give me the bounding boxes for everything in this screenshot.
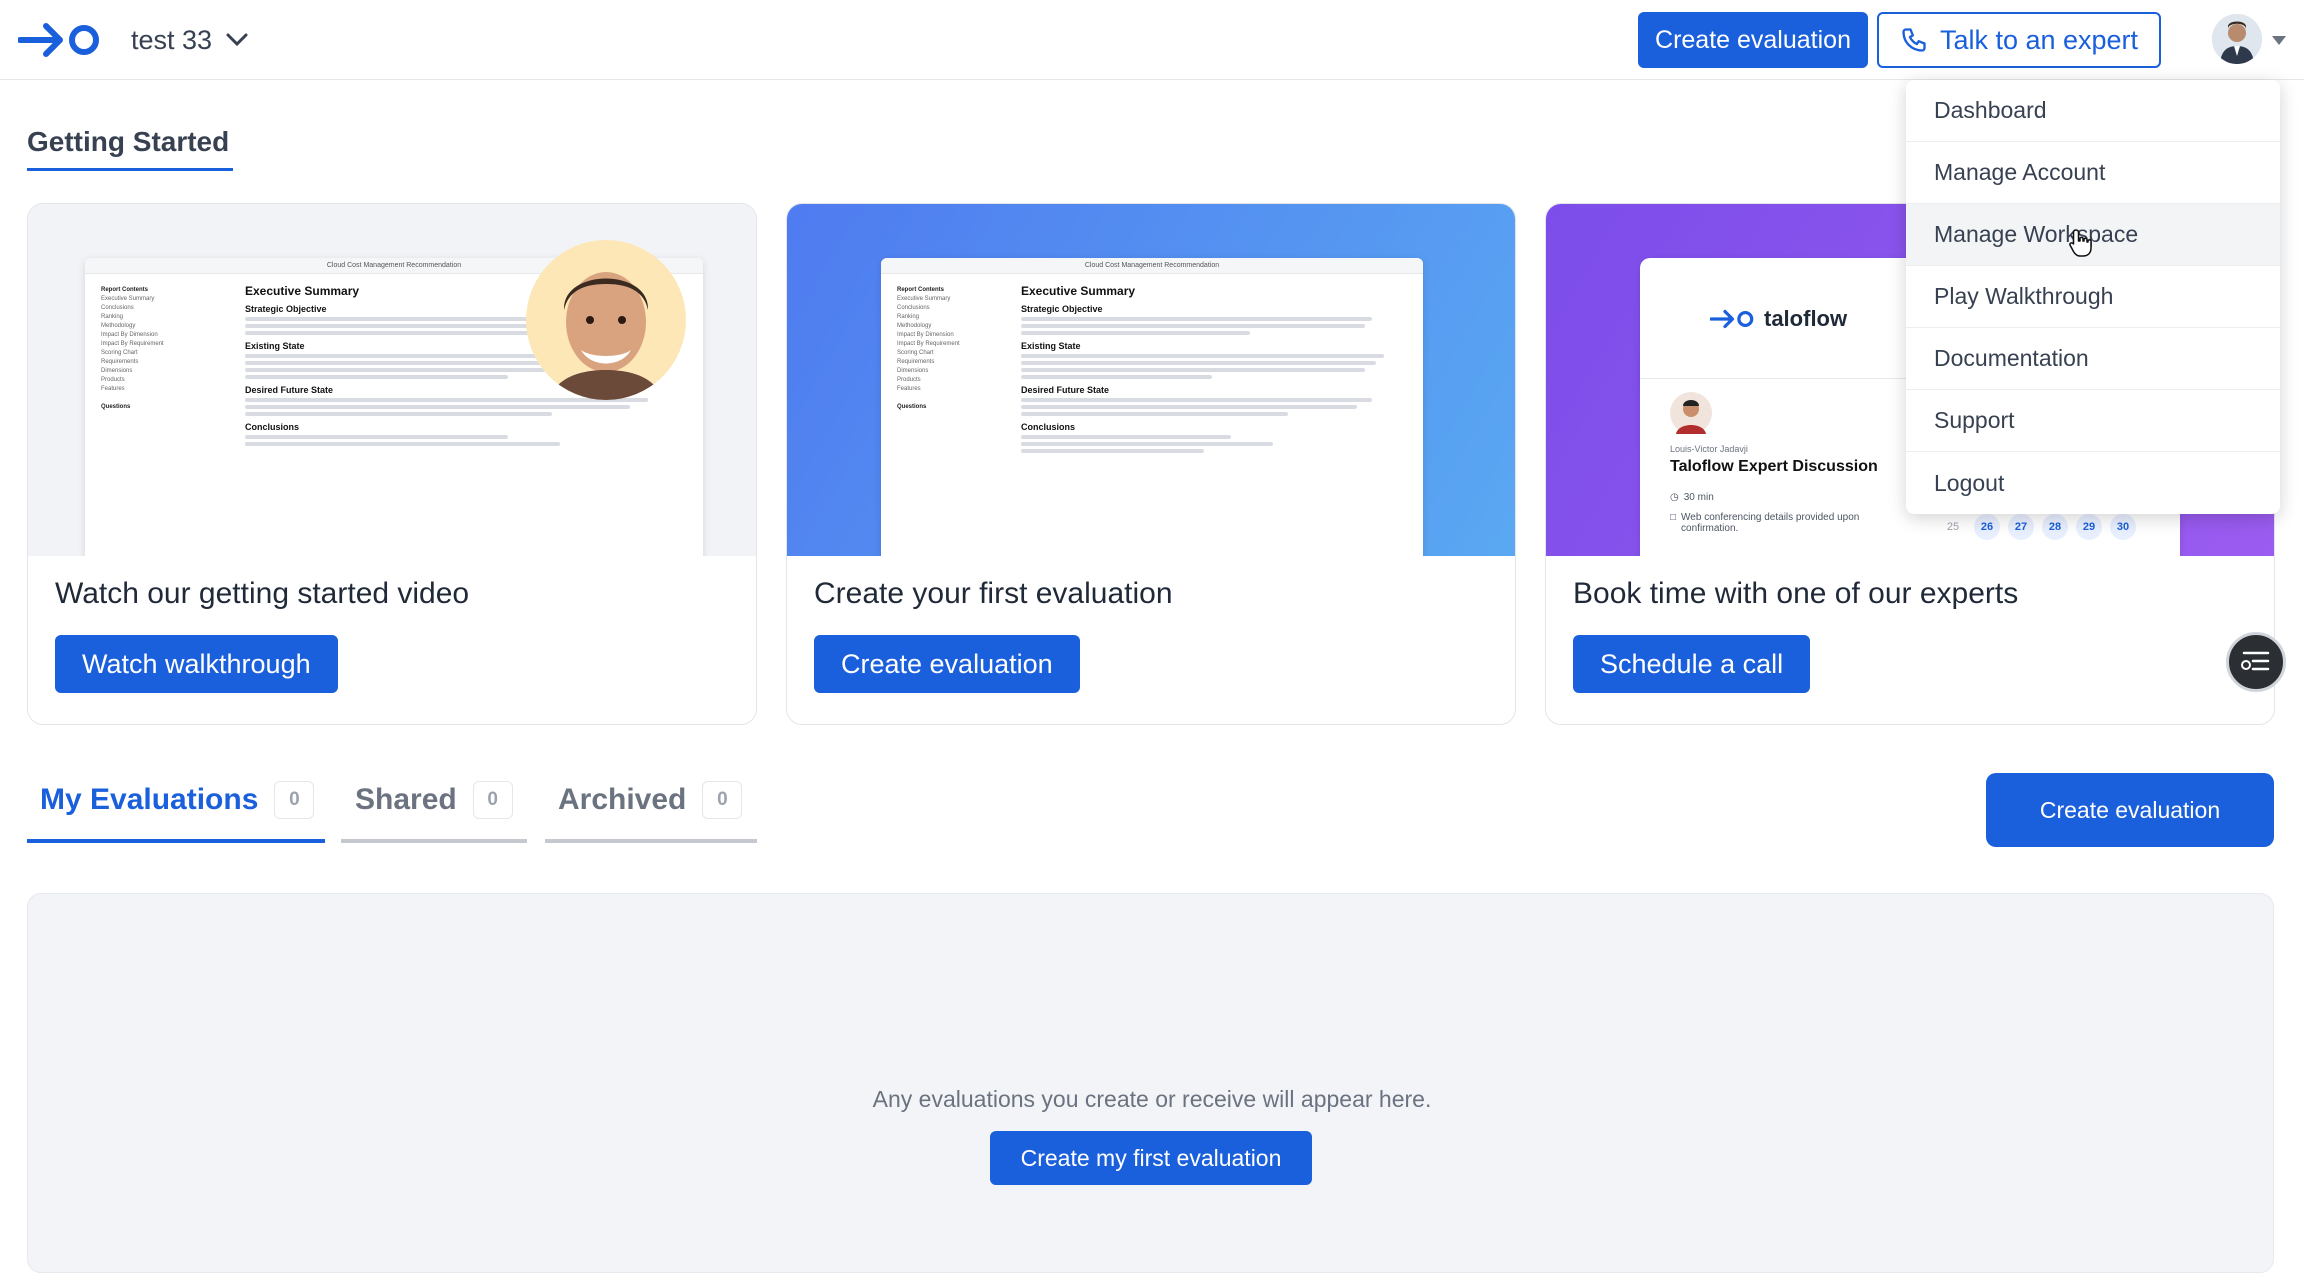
chevron-down-icon <box>226 33 248 47</box>
caret-down-icon <box>2272 36 2286 45</box>
phone-icon <box>1902 28 1926 52</box>
tab-archived[interactable]: Archived 0 <box>558 780 743 820</box>
checklist-icon <box>2241 651 2270 671</box>
tab-divider <box>341 839 527 843</box>
tab-count-badge: 0 <box>472 781 513 819</box>
evaluation-preview: Cloud Cost Management Recommendation Rep… <box>787 204 1515 556</box>
tab-divider <box>545 839 757 843</box>
card-title: Create your first evaluation <box>814 577 1173 610</box>
menu-item-play-walkthrough[interactable]: Play Walkthrough <box>1906 266 2280 328</box>
menu-item-support[interactable]: Support <box>1906 390 2280 452</box>
tab-count-badge: 0 <box>274 781 315 819</box>
presenter-photo <box>526 240 686 400</box>
menu-item-manage-account[interactable]: Manage Account <box>1906 142 2280 204</box>
top-bar: test 33 Create evaluation Talk to an exp… <box>0 0 2304 80</box>
tab-shared[interactable]: Shared 0 <box>355 780 513 820</box>
empty-state-message: Any evaluations you create or receive wi… <box>872 1086 1432 1112</box>
checklist-widget-button[interactable] <box>2226 632 2286 692</box>
getting-started-tab-indicator <box>27 168 233 171</box>
calendar-dates: 25 26 27 28 29 30 <box>1940 514 2136 540</box>
tab-my-evaluations[interactable]: My Evaluations 0 <box>40 780 315 820</box>
talk-to-expert-label: Talk to an expert <box>1939 24 2139 55</box>
card-title: Book time with one of our experts <box>1573 577 2019 610</box>
card-getting-started-video: Cloud Cost Management Recommendation Rep… <box>27 203 757 725</box>
host-avatar <box>1670 392 1712 434</box>
booking-brand: taloflow <box>1764 306 1848 331</box>
watch-walkthrough-button[interactable]: Watch walkthrough <box>55 635 338 693</box>
active-tab-indicator <box>27 839 325 843</box>
video-icon: □ <box>1670 512 1677 523</box>
hand-cursor-icon <box>2069 229 2092 257</box>
menu-item-documentation[interactable]: Documentation <box>1906 328 2280 390</box>
event-name: Taloflow Expert Discussion <box>1670 458 1878 475</box>
card-create-evaluation-button[interactable]: Create evaluation <box>814 635 1080 693</box>
taloflow-logo-icon <box>1710 309 1754 329</box>
getting-started-heading[interactable]: Getting Started <box>27 126 229 158</box>
video-thumbnail[interactable]: Cloud Cost Management Recommendation Rep… <box>28 204 756 556</box>
avatar <box>2212 14 2262 64</box>
menu-item-logout[interactable]: Logout <box>1906 452 2280 514</box>
host-name: Louis-Victor Jadavji <box>1670 444 1748 454</box>
workspace-name: test 33 <box>131 24 213 55</box>
menu-item-dashboard[interactable]: Dashboard <box>1906 80 2280 142</box>
workspace-selector[interactable]: test 33 <box>131 20 248 60</box>
create-first-evaluation-button[interactable]: Create my first evaluation <box>990 1131 1312 1185</box>
card-title: Watch our getting started video <box>55 577 470 610</box>
account-menu-toggle[interactable] <box>2194 10 2294 70</box>
card-create-first-evaluation: Cloud Cost Management Recommendation Rep… <box>786 203 1516 725</box>
talk-to-expert-button[interactable]: Talk to an expert <box>1877 12 2161 68</box>
clock-icon: ◷ <box>1670 492 1679 503</box>
taloflow-logo-icon[interactable] <box>18 18 104 62</box>
header-create-evaluation-button[interactable]: Create evaluation <box>1638 12 1868 68</box>
report-preview-image-2: Cloud Cost Management Recommendation Rep… <box>881 258 1423 556</box>
create-evaluation-button[interactable]: Create evaluation <box>1986 773 2274 847</box>
schedule-call-button[interactable]: Schedule a call <box>1573 635 1811 693</box>
account-dropdown-menu: Dashboard Manage Account Manage Workspac… <box>1906 80 2280 514</box>
evaluations-empty-state <box>27 893 2274 1273</box>
tab-count-badge: 0 <box>702 781 743 819</box>
